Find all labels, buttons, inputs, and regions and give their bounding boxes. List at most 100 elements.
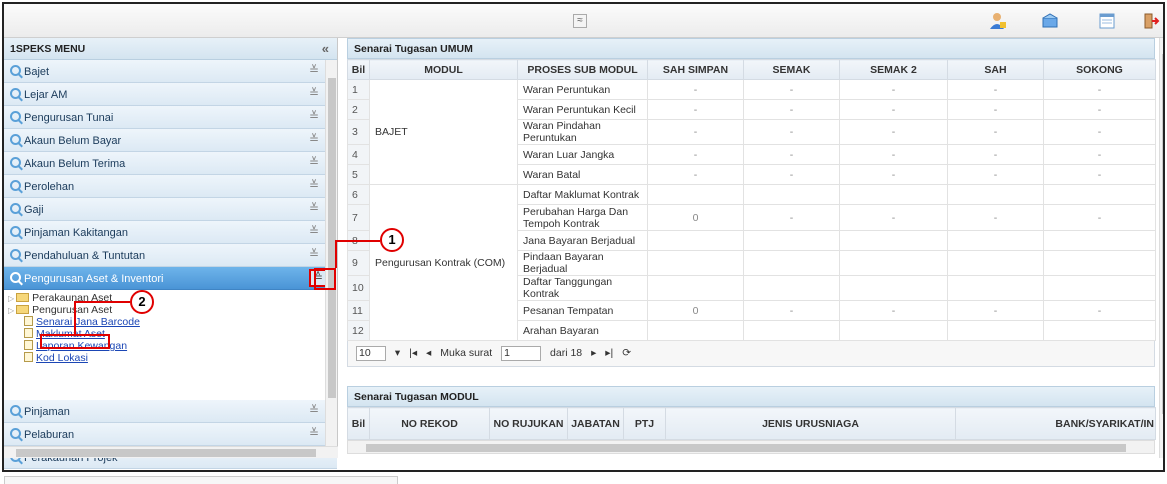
tree-folder-perakaunan-aset[interactable]: ▷ Perakaunan Aset [8, 292, 337, 304]
sidebar-horizontal-scrollbar[interactable] [4, 446, 338, 458]
column-header[interactable]: NO RUJUKAN [489, 407, 568, 440]
column-header[interactable]: SEMAK [743, 59, 840, 80]
logout-icon[interactable] [1142, 12, 1160, 30]
scrollbar-thumb[interactable] [366, 444, 1126, 452]
sidebar-item-lejar-am[interactable]: Lejar AM ≚ [4, 83, 337, 106]
first-page-icon[interactable]: |◂ [409, 347, 417, 359]
sokong-cell: - [1043, 204, 1156, 231]
chevron-down-icon[interactable]: ≚ [309, 403, 319, 417]
chevron-down-icon[interactable]: ≚ [309, 247, 319, 261]
chevron-down-icon[interactable]: ≚ [309, 224, 319, 238]
column-header[interactable]: Bil [347, 59, 370, 80]
dropdown-arrow-icon[interactable]: ▾ [395, 347, 400, 359]
column-header[interactable]: SAH SIMPAN [647, 59, 744, 80]
tree-folder-label: Pengurusan Aset [32, 304, 113, 316]
sidebar-item-pinjaman[interactable]: Pinjaman ≚ [4, 400, 337, 423]
chevron-down-icon[interactable]: ≚ [309, 426, 319, 440]
semak2-cell: - [839, 79, 948, 100]
sidebar-item-pengurusan-aset-inventori[interactable]: Pengurusan Aset & Inventori ≙ [4, 267, 337, 290]
sidebar-item-label: Akaun Belum Terima [24, 158, 126, 170]
sah-cell: - [947, 164, 1044, 185]
sah-cell: - [947, 300, 1044, 321]
tree-link[interactable]: Senarai Jana Barcode [36, 316, 140, 328]
column-header[interactable]: PROSES SUB MODUL [517, 59, 648, 80]
sidebar-item-akaun-belum-bayar[interactable]: Akaun Belum Bayar ≚ [4, 129, 337, 152]
table-row[interactable]: 6 Pengurusan Kontrak (COM) Daftar Maklum… [347, 184, 1156, 341]
calendar-icon[interactable] [1098, 12, 1116, 30]
content-vertical-scrollbar[interactable] [1159, 38, 1163, 458]
tree-leaf-kod-lokasi[interactable]: Kod Lokasi [8, 352, 337, 364]
page-size-select[interactable]: 10 [356, 346, 386, 361]
column-header[interactable]: SAH [947, 59, 1044, 80]
column-header[interactable]: NO REKOD [369, 407, 490, 440]
document-icon [24, 328, 33, 338]
callout-badge-2: 2 [130, 290, 154, 314]
modul-panel-title: Senarai Tugasan MODUL [347, 386, 1155, 407]
tree-folder-pengurusan-aset[interactable]: ▷ Pengurusan Aset [8, 304, 337, 316]
row-number: 4 [347, 144, 370, 165]
column-header[interactable]: JABATAN [567, 407, 624, 440]
scrollbar-thumb[interactable] [328, 78, 336, 398]
chevron-down-icon[interactable]: ≚ [309, 63, 319, 77]
process-cell: Waran Batal [517, 164, 648, 185]
column-header[interactable]: JENIS URUSNIAGA [665, 407, 956, 440]
tree-leaf-senarai-jana-barcode[interactable]: Senarai Jana Barcode [8, 316, 337, 328]
document-icon [24, 352, 33, 362]
sidebar-item-pinjaman-kakitangan[interactable]: Pinjaman Kakitangan ≚ [4, 221, 337, 244]
sidebar-item-akaun-belum-terima[interactable]: Akaun Belum Terima ≚ [4, 152, 337, 175]
search-icon [10, 272, 21, 283]
folder-icon [16, 293, 30, 302]
sah-simpan-cell [647, 250, 744, 276]
chevron-down-icon[interactable]: ≚ [309, 201, 319, 215]
callout-connector-line [74, 301, 130, 303]
search-icon [10, 203, 21, 214]
sidebar-item-label: Pengurusan Tunai [24, 112, 114, 124]
column-header[interactable]: MODUL [369, 59, 518, 80]
document-icon [24, 316, 33, 326]
expand-arrow-icon[interactable]: ▷ [8, 306, 14, 315]
tree-link[interactable]: Kod Lokasi [36, 352, 88, 364]
chevron-down-icon[interactable]: ≚ [309, 132, 319, 146]
refresh-icon[interactable]: ⟳ [622, 347, 631, 359]
user-icon[interactable] [989, 12, 1007, 30]
column-header[interactable]: BANK/SYARIKAT/IN [955, 407, 1156, 440]
last-page-icon[interactable]: ▸| [605, 347, 613, 359]
chevron-down-icon[interactable]: ≚ [309, 86, 319, 100]
row-number: 12 [347, 320, 370, 341]
scrollbar-thumb[interactable] [1162, 54, 1163, 414]
chevron-down-icon[interactable]: ≚ [309, 109, 319, 123]
semak-cell: - [743, 119, 840, 145]
chevron-down-icon[interactable]: ≚ [309, 178, 319, 192]
page-input[interactable]: 1 [501, 346, 542, 361]
inbox-icon[interactable] [1041, 12, 1059, 30]
sidebar-item-bajet[interactable]: Bajet ≚ [4, 60, 337, 83]
chevron-down-icon[interactable]: ≚ [309, 155, 319, 169]
sah-cell: - [947, 204, 1044, 231]
next-page-icon[interactable]: ▸ [591, 347, 596, 359]
row-number: 3 [347, 119, 370, 145]
sidebar-item-pendahuluan-tuntutan[interactable]: Pendahuluan & Tuntutan ≚ [4, 244, 337, 267]
row-number: 10 [347, 275, 370, 301]
sidebar-item-gaji[interactable]: Gaji ≚ [4, 198, 337, 221]
sah-cell: - [947, 119, 1044, 145]
sidebar-collapse-button[interactable]: « [322, 41, 329, 56]
process-cell: Waran Peruntukan [517, 79, 648, 100]
column-header[interactable]: PTJ [623, 407, 666, 440]
process-cell: Waran Pindahan Peruntukan [517, 119, 648, 145]
sidebar-item-label: Perolehan [24, 181, 75, 193]
page-label: Muka surat [440, 347, 493, 359]
sidebar-item-pelaburan[interactable]: Pelaburan ≚ [4, 423, 337, 446]
column-header[interactable]: SOKONG [1043, 59, 1156, 80]
modul-horizontal-scrollbar[interactable] [347, 440, 1155, 454]
expand-arrow-icon[interactable]: ▷ [8, 294, 14, 303]
sidebar-item-pengurusan-tunai[interactable]: Pengurusan Tunai ≚ [4, 106, 337, 129]
column-header[interactable]: Bil [347, 407, 370, 440]
sokong-cell [1043, 184, 1156, 205]
process-cell: Pesanan Tempatan [517, 300, 648, 321]
table-row[interactable]: 1 BAJET Waran Peruntukan - - - - - [347, 79, 1156, 185]
prev-page-icon[interactable]: ◂ [426, 347, 431, 359]
column-header[interactable]: SEMAK 2 [839, 59, 948, 80]
collapse-header-button[interactable]: ≈ [573, 14, 587, 28]
scrollbar-thumb[interactable] [16, 449, 316, 457]
sidebar-item-perolehan[interactable]: Perolehan ≚ [4, 175, 337, 198]
